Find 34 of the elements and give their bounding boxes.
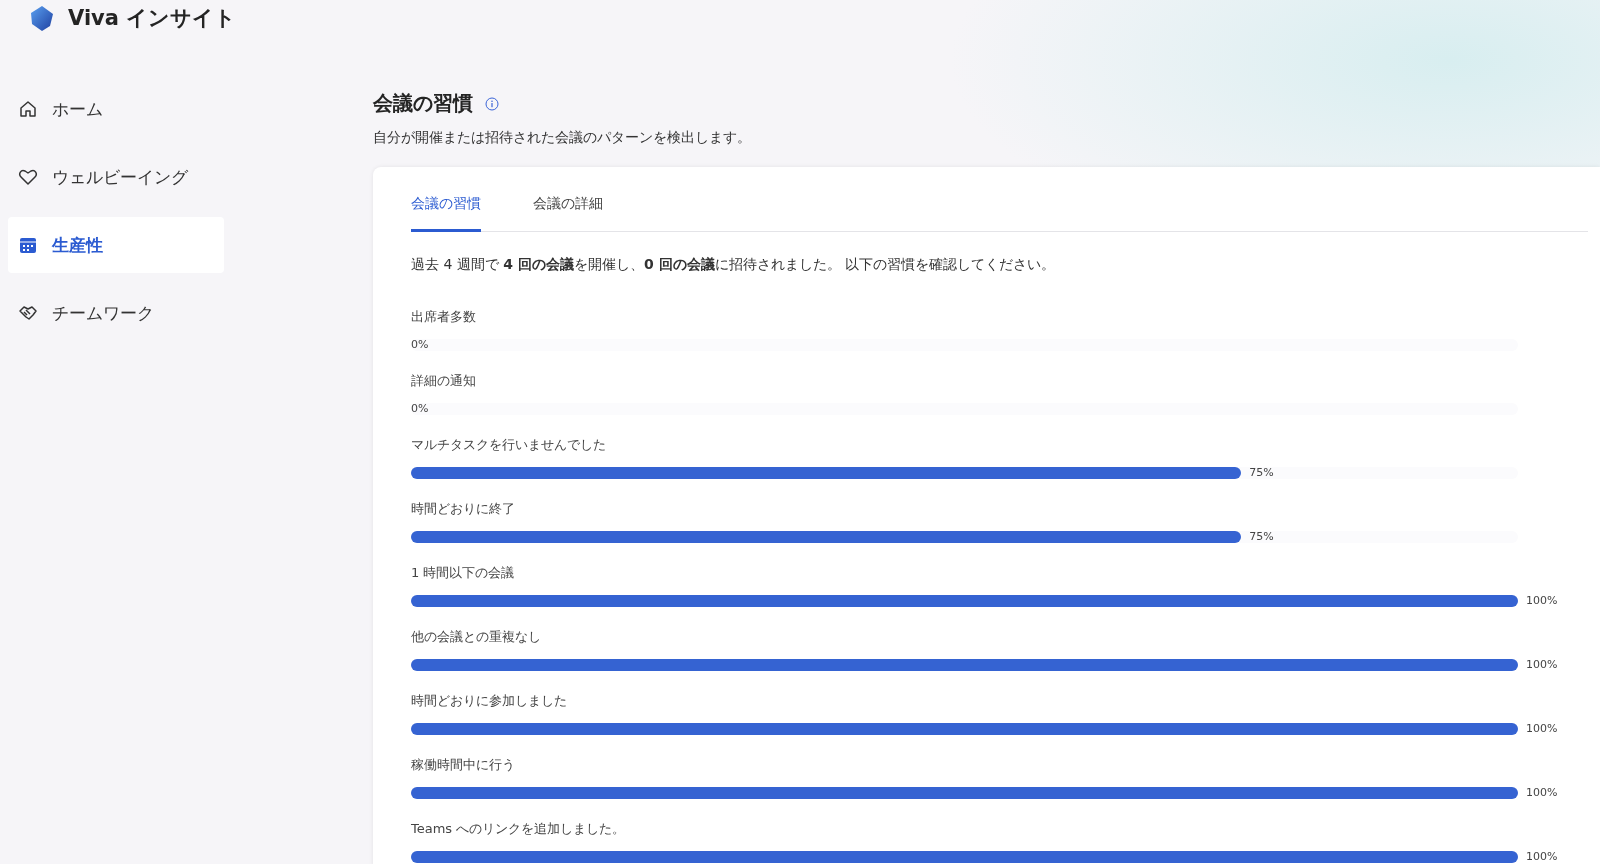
sidebar-item[interactable]: ウェルビーイング (8, 149, 224, 205)
habit-percent: 100% (1526, 786, 1558, 800)
habit-label: 時間どおりに参加しました (411, 692, 568, 710)
habit-label: 詳細の通知 (411, 372, 477, 390)
sidebar-item[interactable]: 生産性 (8, 217, 224, 273)
handshake-icon (18, 303, 38, 323)
habit-label: マルチタスクを行いませんでした (411, 436, 607, 454)
logo-icon (28, 4, 56, 32)
heart-icon (18, 167, 38, 187)
info-icon[interactable] (485, 96, 499, 111)
sidebar-item[interactable]: ホーム (8, 81, 224, 137)
habit-percent: 100% (1526, 594, 1558, 608)
habit-percent: 100% (1526, 658, 1558, 672)
habit-percent: 100% (1526, 850, 1558, 864)
habit-percent: 0% (411, 402, 429, 416)
tab[interactable]: 会議の習慣 (411, 195, 481, 232)
home-icon (18, 99, 38, 119)
page-title: 会議の習慣 (373, 90, 473, 117)
habit-percent: 75% (1249, 530, 1274, 544)
habit-label: Teams へのリンクを追加しました。 (411, 820, 627, 838)
page-subtitle: 自分が開催または招待された会議のパターンを検出します。 (373, 129, 752, 147)
habit-percent: 100% (1526, 722, 1558, 736)
habit-label: 1 時間以下の会議 (411, 564, 516, 582)
tab[interactable]: 会議の詳細 (533, 195, 603, 232)
habit-label: 稼働時間中に行う (411, 756, 516, 774)
habit-percent: 0% (411, 338, 429, 352)
summary-text: 過去 4 週間で 4 回の会議を開催し、0 回の会議に招待されました。 以下の習慣を確認してください。 (411, 256, 1056, 274)
app-title: Viva インサイト (68, 5, 237, 32)
calendar-icon (18, 235, 38, 255)
habit-label: 他の会議との重複なし (411, 628, 542, 646)
habit-label: 出席者多数 (411, 308, 477, 326)
sidebar-item[interactable]: チームワーク (8, 285, 224, 341)
habit-label: 時間どおりに終了 (411, 500, 516, 518)
habit-percent: 75% (1249, 466, 1274, 480)
